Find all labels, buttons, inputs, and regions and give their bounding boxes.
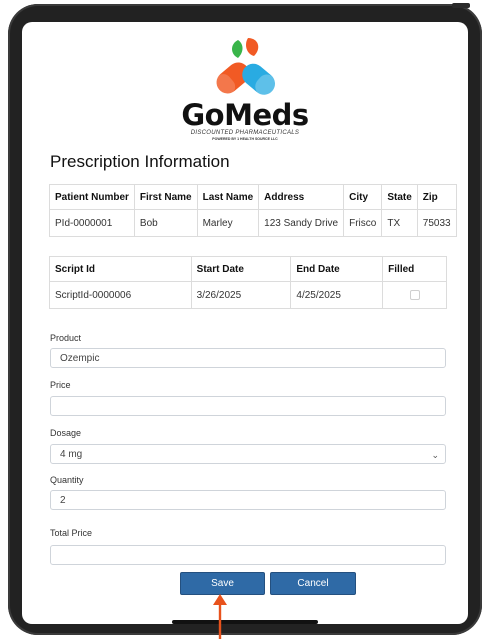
brand-tagline: DISCOUNTED PHARMACEUTICALS [190, 130, 300, 136]
column-header: Patient Number [49, 184, 135, 210]
table-cell: Marley [196, 209, 260, 237]
gomeds-logo: GoMeds DISCOUNTED PHARMACEUTICALS POWERE… [22, 34, 468, 142]
price-field[interactable] [50, 396, 446, 416]
cancel-button[interactable]: Cancel [270, 572, 356, 595]
column-header: Start Date [190, 256, 292, 282]
column-header: Filled [382, 256, 447, 282]
dosage-label: Dosage [50, 428, 82, 438]
table-cell: 3/26/2025 [190, 281, 292, 309]
column-header: First Name [133, 184, 198, 210]
pill-logo-icon [215, 38, 276, 96]
app-screen: GoMeds DISCOUNTED PHARMACEUTICALS POWERE… [22, 22, 468, 624]
quantity-label: Quantity [50, 475, 84, 485]
column-header: Address [258, 184, 345, 210]
product-label: Product [50, 333, 82, 343]
column-header: Zip [416, 184, 457, 210]
total-price-label: Total Price [50, 528, 93, 538]
brand-powered-by: POWERED BY 1 HEALTH SOURCE LLC [212, 137, 278, 141]
table-cell: ScriptId-0000006 [49, 281, 192, 309]
column-header: City [343, 184, 383, 210]
table-header-row: Patient Number First Name Last Name Addr… [49, 184, 457, 210]
product-field[interactable]: Ozempic [50, 348, 446, 368]
column-header: State [381, 184, 418, 210]
table-cell: PId-0000001 [49, 209, 135, 237]
column-header: End Date [290, 256, 384, 282]
table-cell [382, 281, 447, 309]
home-indicator[interactable] [172, 620, 318, 624]
device-side-button [452, 3, 470, 8]
table-row[interactable]: ScriptId-0000006 3/26/2025 4/25/2025 [49, 281, 447, 309]
table-cell: 75033 [416, 209, 457, 237]
table-cell: Frisco [343, 209, 383, 237]
column-header: Last Name [196, 184, 260, 210]
page-title: Prescription Information [50, 152, 230, 171]
chevron-down-icon: ⌄ [431, 450, 439, 460]
table-cell: Bob [133, 209, 198, 237]
filled-checkbox[interactable] [409, 289, 420, 300]
column-header: Script Id [49, 256, 192, 282]
dosage-selected-value: 4 mg [60, 449, 83, 460]
price-label: Price [50, 380, 71, 390]
script-table: Script Id Start Date End Date Filled Scr… [49, 256, 447, 309]
patient-table: Patient Number First Name Last Name Addr… [49, 184, 457, 237]
dosage-select[interactable]: 4 mg ⌄ [50, 444, 446, 464]
pointer-arrow-icon [213, 594, 227, 639]
table-cell: TX [381, 209, 418, 237]
table-cell: 123 Sandy Drive [258, 209, 345, 237]
table-cell: 4/25/2025 [290, 281, 384, 309]
table-header-row: Script Id Start Date End Date Filled [49, 256, 447, 282]
quantity-field[interactable]: 2 [50, 490, 446, 510]
brand-name: GoMeds [181, 98, 309, 132]
table-row: PId-0000001 Bob Marley 123 Sandy Drive F… [49, 209, 457, 237]
total-price-field[interactable] [50, 545, 446, 565]
save-button[interactable]: Save [180, 572, 265, 595]
